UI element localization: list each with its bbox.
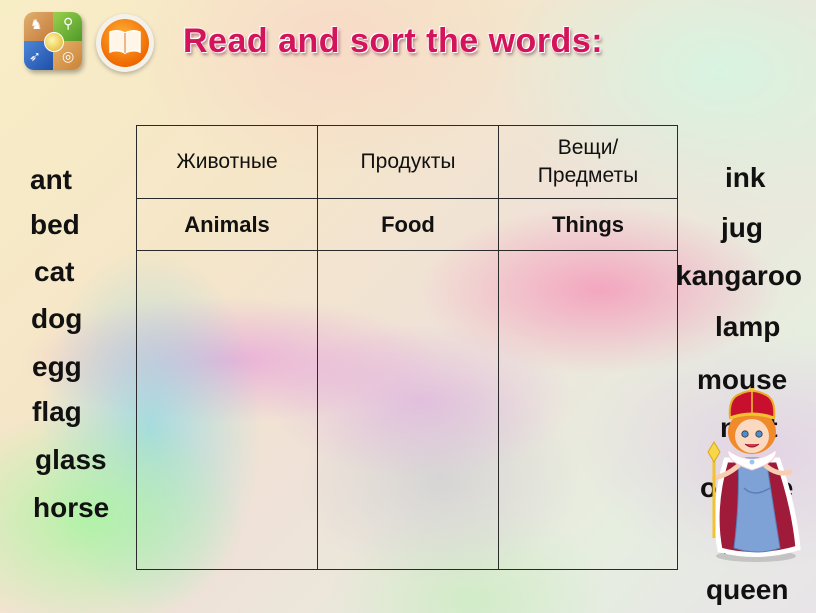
word-jug[interactable]: jug [721, 214, 763, 242]
header-animals: Animals [136, 198, 318, 251]
header-animals-ru: Животные [136, 125, 318, 199]
open-book-icon [109, 29, 141, 55]
header-things-ru-line2: Предметы [537, 164, 639, 187]
pacman-icon [44, 32, 64, 52]
word-glass[interactable]: glass [35, 446, 107, 474]
rocket-icon: ➶ [29, 48, 41, 64]
header-food-ru: Продукты [317, 125, 499, 199]
right-eye [755, 430, 763, 438]
word-ant[interactable]: ant [30, 166, 72, 194]
word-kangaroo[interactable]: kangaroo [676, 262, 802, 290]
header-food: Food [317, 198, 499, 251]
word-lamp[interactable]: lamp [715, 313, 780, 341]
word-bed[interactable]: bed [30, 211, 80, 239]
answer-row [136, 250, 678, 570]
word-queen[interactable]: queen [706, 576, 788, 604]
brooch [748, 458, 756, 466]
english-header-row: Animals Food Things [136, 198, 678, 251]
header-things-ru: Вещи/ Предметы [498, 125, 678, 199]
chess-knight-icon: ♞ [30, 16, 43, 32]
word-dog[interactable]: dog [31, 305, 82, 333]
word-ink[interactable]: ink [725, 164, 765, 192]
word-cat[interactable]: cat [34, 258, 74, 286]
games-app-icon[interactable]: ♞ ⚲ ➶ ◎ [24, 12, 82, 70]
word-egg[interactable]: egg [32, 353, 82, 381]
header-things: Things [498, 198, 678, 251]
russian-header-row: Животные Продукты Вещи/ Предметы [136, 125, 678, 199]
left-eye [741, 430, 749, 438]
header-things-ru-line1: Вещи/ [557, 136, 619, 159]
face [735, 419, 769, 453]
things-drop-cell[interactable] [498, 250, 678, 570]
racket-icon: ⚲ [63, 15, 74, 31]
target-icon: ◎ [62, 48, 75, 64]
food-drop-cell[interactable] [317, 250, 499, 570]
book-button[interactable] [96, 14, 154, 72]
queen-character[interactable] [698, 388, 803, 563]
page-title: Read and sort the words: [183, 22, 604, 60]
animals-drop-cell[interactable] [136, 250, 318, 570]
scepter-gem [707, 441, 721, 463]
sort-table: Животные Продукты Вещи/ Предметы Animals… [136, 125, 678, 570]
word-horse[interactable]: horse [33, 494, 109, 522]
word-flag[interactable]: flag [32, 398, 82, 426]
